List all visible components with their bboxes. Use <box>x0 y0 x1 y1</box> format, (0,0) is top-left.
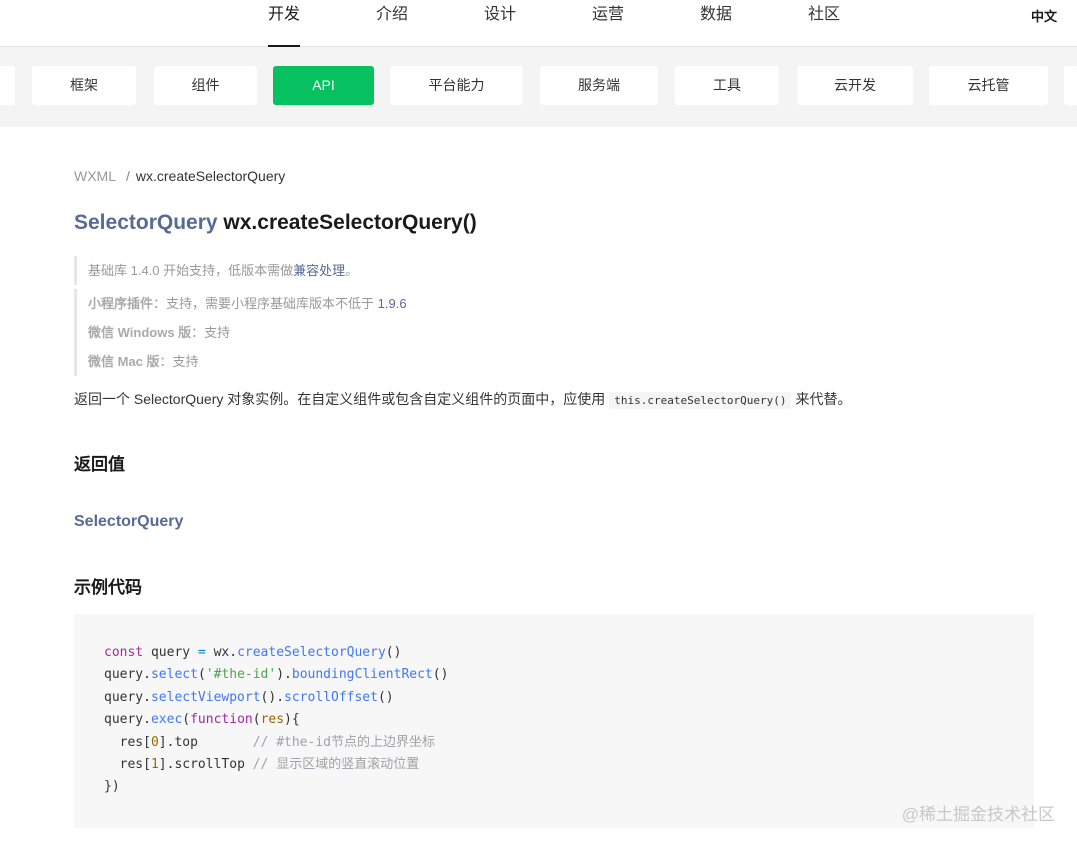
nav-item-intro[interactable]: 介绍 <box>376 5 408 47</box>
description-prefix: 返回一个 SelectorQuery 对象实例。在自定义组件或包含自定义组件的页… <box>74 391 606 407</box>
description: 返回一个 SelectorQuery 对象实例。在自定义组件或包含自定义组件的页… <box>74 389 851 409</box>
example-code-heading: 示例代码 <box>74 578 142 597</box>
breadcrumb-separator: / <box>126 168 130 184</box>
platform-text: ：支持 <box>191 325 231 340</box>
page-title: SelectorQuery wx.createSelectorQuery() <box>74 211 477 235</box>
category-chip-partial[interactable] <box>0 66 15 105</box>
category-chip-cloud-hosting[interactable]: 云托管 <box>929 66 1048 105</box>
platform-version: 1.9.6 <box>377 296 407 311</box>
title-function-name: wx.createSelectorQuery() <box>223 211 477 234</box>
category-chip-framework[interactable]: 框架 <box>32 66 136 105</box>
category-chip-platform[interactable]: 平台能力 <box>390 66 523 105</box>
breadcrumb-current: wx.createSelectorQuery <box>135 168 286 184</box>
return-type-link[interactable]: SelectorQuery <box>74 513 183 531</box>
description-suffix: 来代替。 <box>795 391 852 407</box>
category-bar: 框架 组件 API 平台能力 服务端 工具 云开发 云托管 <box>0 47 1077 127</box>
code-line: res[1].scrollTop // 显示区域的竖直滚动位置 <box>104 757 420 773</box>
platform-label: 微信 Mac 版 <box>88 354 160 369</box>
platform-text: ：支持，需要小程序基础库版本不低于 <box>153 296 378 311</box>
platform-label: 微信 Windows 版 <box>88 325 192 340</box>
category-chip-cloud-dev[interactable]: 云开发 <box>797 66 913 105</box>
platform-notes: 小程序插件：支持，需要小程序基础库版本不低于 1.9.6 微信 Windows … <box>74 289 407 376</box>
breadcrumb-parent[interactable]: WXML <box>74 168 116 184</box>
nav-item-operation[interactable]: 运营 <box>592 5 624 47</box>
code-line: }) <box>104 779 120 795</box>
compat-link[interactable]: 兼容处理 <box>293 263 345 278</box>
code-line: const query = wx.createSelectorQuery() <box>104 645 402 660</box>
category-chip-api[interactable]: API <box>273 66 374 105</box>
platform-note-mac: 微信 Mac 版：支持 <box>88 347 407 376</box>
support-note-prefix: 基础库 1.4.0 开始支持，低版本需做 <box>88 263 294 278</box>
category-chip-components[interactable]: 组件 <box>154 66 257 105</box>
platform-text: ：支持 <box>159 354 199 369</box>
code-line: res[0].top // #the-id节点的上边界坐标 <box>104 734 435 750</box>
platform-label: 小程序插件 <box>88 296 154 311</box>
platform-note-windows: 微信 Windows 版：支持 <box>88 318 407 347</box>
nav-item-data[interactable]: 数据 <box>700 5 732 47</box>
code-block: const query = wx.createSelectorQuery() q… <box>74 614 1034 828</box>
language-switch[interactable]: 中文 <box>1031 6 1057 25</box>
category-chip-partial-right[interactable] <box>1064 66 1077 105</box>
platform-note-plugin: 小程序插件：支持，需要小程序基础库版本不低于 1.9.6 <box>88 289 407 318</box>
code-line: query.exec(function(res){ <box>104 712 300 728</box>
description-code: this.createSelectorQuery() <box>609 392 792 409</box>
code-line: query.select('#the-id').boundingClientRe… <box>104 667 449 683</box>
support-note: 基础库 1.4.0 开始支持，低版本需做兼容处理。 <box>74 256 358 285</box>
nav-item-community[interactable]: 社区 <box>808 5 840 47</box>
top-navigation: 开发 介绍 设计 运营 数据 社区 中文 <box>0 0 1077 47</box>
title-return-type-link[interactable]: SelectorQuery <box>74 211 218 234</box>
breadcrumb: WXML / wx.createSelectorQuery <box>74 168 285 184</box>
return-value-heading: 返回值 <box>74 455 125 474</box>
support-note-suffix: 。 <box>345 263 359 278</box>
category-chip-tools[interactable]: 工具 <box>675 66 779 105</box>
category-chip-server[interactable]: 服务端 <box>540 66 658 105</box>
nav-item-develop[interactable]: 开发 <box>268 5 300 47</box>
code-line: query.selectViewport().scrollOffset() <box>104 689 394 705</box>
watermark: @稀土掘金技术社区 <box>901 805 1055 824</box>
nav-item-design[interactable]: 设计 <box>484 5 516 47</box>
